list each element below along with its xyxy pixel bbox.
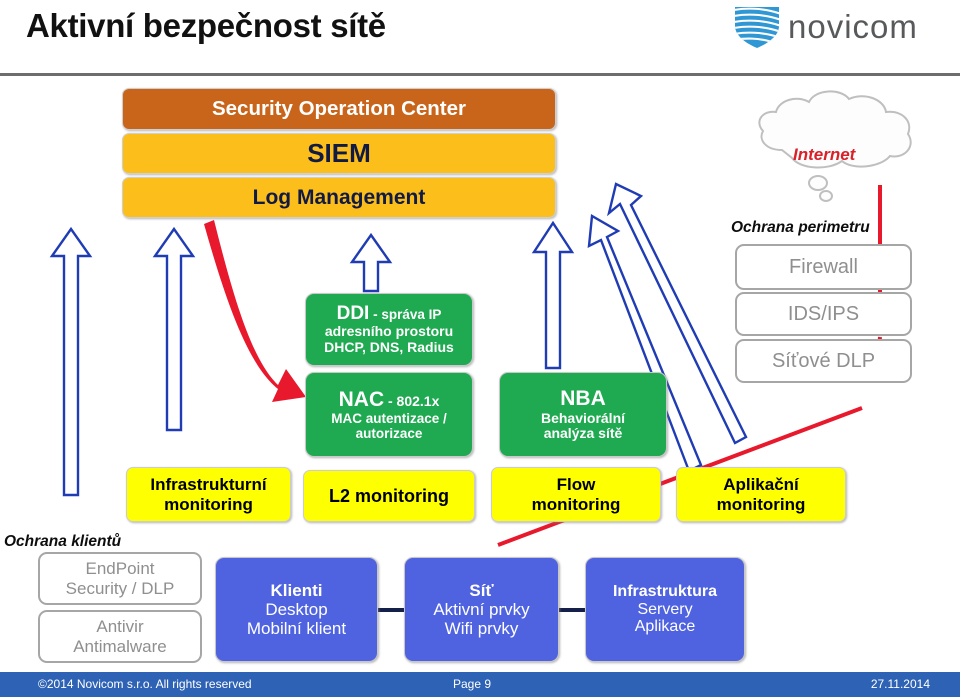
brand-logo: novicom: [732, 4, 940, 50]
endpoint-security-line-2: Security / DLP: [65, 578, 175, 598]
log-management-label: Log Management: [252, 185, 426, 209]
ddi-line-2: adresního prostoru: [324, 323, 454, 340]
asset-box-infrastructure[interactable]: Infrastruktura Servery Aplikace: [585, 557, 745, 662]
monitoring-box-flow[interactable]: Flow monitoring: [491, 467, 661, 522]
nba-title: NBA: [560, 387, 606, 411]
monitoring-box-infrastructure[interactable]: Infrastrukturní monitoring: [126, 467, 291, 522]
ids-ips-label: IDS/IPS: [787, 302, 860, 325]
nac-title-suffix: - 802.1x: [384, 392, 440, 409]
ddi-title-line: DDI - správa IP: [337, 303, 442, 324]
log-management-box[interactable]: Log Management: [122, 177, 556, 218]
flow-arrow-up-clients: [49, 226, 93, 497]
footer-copyright: ©2014 Novicom s.r.o. All rights reserved: [38, 677, 252, 691]
flow-monitoring-line-2: monitoring: [531, 494, 621, 514]
perimeter-protection-label: Ochrana perimetru: [731, 219, 870, 236]
nac-line-3: autorizace: [355, 426, 423, 442]
flow-arrow-up-infrastructure: [152, 226, 196, 432]
clients-line-2: Desktop: [265, 599, 328, 619]
flow-arrow-up-nba: [531, 220, 575, 370]
antivirus-line-1: Antivir: [96, 617, 144, 637]
third-party-box-ids-ips[interactable]: IDS/IPS: [735, 292, 912, 336]
third-party-box-network-dlp[interactable]: Síťové DLP: [735, 339, 912, 383]
firewall-label: Firewall: [789, 255, 858, 278]
network-dlp-label: Síťové DLP: [771, 349, 876, 372]
network-line-2: Aktivní prvky: [433, 599, 530, 619]
footer-date: 27.11.2014: [870, 677, 930, 691]
ddi-title-suffix: - správa IP: [369, 307, 442, 323]
ddi-title: DDI: [336, 303, 370, 325]
footer-bar: ©2014 Novicom s.r.o. All rights reserved…: [0, 672, 960, 697]
client-protection-label: Ochrana klientů: [4, 533, 122, 550]
soc-header-label: Security Operation Center: [211, 96, 467, 120]
siem-label: SIEM: [307, 137, 371, 168]
third-party-box-antivirus[interactable]: Antivir Antimalware: [38, 610, 202, 663]
product-box-nac[interactable]: NAC - 802.1x MAC autentizace / autorizac…: [305, 372, 473, 457]
monitoring-box-l2[interactable]: L2 monitoring: [303, 470, 475, 522]
siem-box[interactable]: SIEM: [122, 133, 556, 174]
network-line-1: Síť: [469, 580, 494, 600]
ddi-line-3: DHCP, DNS, Radius: [324, 339, 454, 356]
endpoint-security-line-1: EndPoint: [85, 559, 155, 579]
infrastructure-monitoring-line-1: Infrastrukturní: [150, 475, 267, 495]
antivirus-line-2: Antimalware: [73, 636, 167, 656]
soc-header-box[interactable]: Security Operation Center: [122, 88, 556, 130]
nac-title-line: NAC - 802.1x: [339, 388, 440, 412]
application-monitoring-line-1: Aplikační: [723, 475, 799, 495]
threat-arrow-curved: [204, 220, 306, 402]
third-party-box-firewall[interactable]: Firewall: [735, 244, 912, 290]
nba-line-3: analýza sítě: [543, 425, 623, 442]
flow-arrow-up-ddi: [349, 232, 393, 293]
footer-page-number: Page 9: [453, 677, 492, 691]
infrastructure-monitoring-line-2: monitoring: [164, 494, 253, 514]
flow-monitoring-line-1: Flow: [556, 475, 596, 495]
l2-monitoring-label: L2 monitoring: [329, 485, 449, 506]
monitoring-box-application[interactable]: Aplikační monitoring: [676, 467, 846, 522]
network-line-3: Wifi prvky: [444, 619, 519, 639]
application-monitoring-line-2: monitoring: [716, 494, 806, 514]
header-divider: [0, 73, 960, 76]
clients-line-1: Klienti: [270, 580, 323, 600]
asset-box-network[interactable]: Síť Aktivní prvky Wifi prvky: [404, 557, 559, 662]
internet-label: Internet: [793, 145, 856, 164]
infrastructure-line-2: Servery: [637, 600, 693, 618]
infrastructure-line-3: Aplikace: [634, 618, 696, 636]
nac-title: NAC: [338, 387, 385, 411]
product-box-ddi[interactable]: DDI - správa IP adresního prostoru DHCP,…: [305, 293, 473, 366]
clients-line-3: Mobilní klient: [246, 619, 347, 639]
nac-line-2: MAC autentizace /: [331, 411, 447, 427]
page-title: Aktivní bezpečnost sítě: [26, 7, 386, 44]
infrastructure-line-1: Infrastruktura: [612, 582, 718, 600]
asset-box-clients[interactable]: Klienti Desktop Mobilní klient: [215, 557, 378, 662]
product-box-nba[interactable]: NBA Behaviorální analýza sítě: [499, 372, 667, 457]
brand-wordmark: novicom: [788, 8, 918, 45]
nba-line-2: Behaviorální: [540, 409, 626, 426]
third-party-box-endpoint-security[interactable]: EndPoint Security / DLP: [38, 552, 202, 605]
